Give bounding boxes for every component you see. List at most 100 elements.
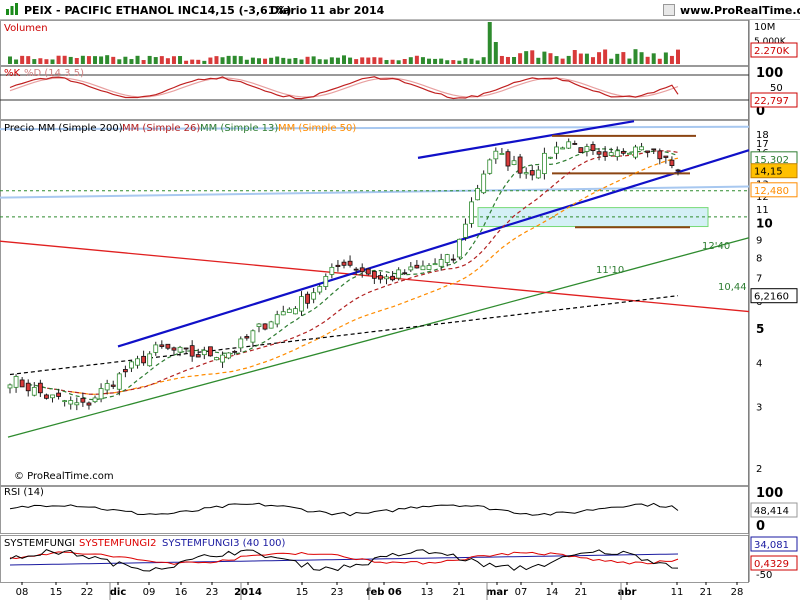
candle-body (560, 147, 566, 150)
volume-bar (481, 57, 486, 64)
volume-bar (457, 60, 462, 64)
volume-bar (141, 60, 146, 64)
volume-bar (165, 58, 170, 64)
volume-bar (153, 57, 158, 64)
volume-bar (281, 57, 286, 64)
x-axis-label: 14 (546, 587, 559, 598)
price-axis-label: 2 (756, 464, 762, 475)
price-axis-label: 7 (756, 274, 762, 285)
candle-body (517, 156, 523, 174)
x-axis-label: 09 (143, 587, 156, 598)
price-axis-label: 8 (756, 253, 762, 264)
volume-bar (117, 59, 122, 64)
candle-body (299, 296, 304, 312)
candle-body (195, 354, 201, 358)
volume-bar (56, 55, 61, 64)
volume-bar (384, 60, 389, 64)
ma200-value-tag: 6,2160 (754, 292, 789, 303)
candle-body (129, 361, 134, 369)
candle-body (384, 276, 389, 280)
candle-body (608, 152, 614, 156)
candle-body (25, 382, 31, 392)
candle-body (554, 146, 559, 154)
candle-body (584, 146, 590, 152)
candle-body (116, 373, 122, 390)
sfg3-value-tag: 34,081 (754, 540, 789, 551)
volume-bar (445, 60, 450, 64)
volume-bar (329, 57, 334, 64)
candle-body (487, 159, 493, 174)
volume-bar (244, 59, 249, 64)
price-axis-label: 3 (756, 402, 762, 413)
candle-body (390, 275, 395, 281)
sfg-tick-minus50: -50 (756, 570, 772, 581)
x-axis-label: 11 (671, 587, 684, 598)
stoch-k-label: %K (4, 68, 21, 79)
candle-body (207, 346, 213, 357)
volume-bar (214, 56, 219, 64)
volume-bar (74, 58, 79, 64)
volume-bar (512, 57, 517, 64)
volume-bar (560, 58, 565, 64)
stoch-tick-100: 100 (756, 66, 783, 81)
sfg-label-2: SYSTEMFUNGI2 (79, 538, 156, 549)
candle-body (675, 169, 681, 172)
candle-body (463, 223, 468, 238)
candle-body (450, 258, 456, 261)
volume-bar (159, 56, 164, 64)
candle-body (177, 346, 183, 353)
candle-body (280, 311, 286, 316)
volume-bar (299, 59, 304, 64)
volume-bar (603, 49, 608, 64)
last-price-tag: 14,15 (754, 167, 783, 178)
volume-bar (317, 59, 322, 64)
volume-bar (68, 56, 73, 64)
legend-ma13: MM (Simple 13) (200, 123, 278, 134)
candle-body (86, 402, 92, 406)
volume-bar (396, 60, 401, 64)
volume-bar (657, 58, 662, 64)
x-axis-label: 23 (206, 587, 219, 598)
price-axis-label: 4 (756, 359, 762, 370)
level-1110-label: 11'10 (596, 265, 624, 276)
legend-ma26: MM (Simple 26) (122, 123, 200, 134)
x-axis-label: 08 (16, 587, 29, 598)
candle-body (323, 276, 329, 287)
volume-bar (202, 60, 207, 64)
volume-bar (305, 56, 310, 64)
candle-body (651, 148, 657, 151)
volume-bar (232, 55, 237, 64)
x-axis-label: mar (486, 587, 508, 598)
volume-bar (609, 58, 614, 64)
rsi-tick-100: 100 (756, 486, 783, 501)
volume-bar (311, 56, 316, 64)
candle-body (639, 146, 644, 151)
candle-body (250, 330, 256, 343)
volume-bar (427, 58, 432, 64)
volume-bar (14, 59, 19, 64)
candle-body (347, 260, 353, 266)
candle-body (238, 338, 244, 349)
candle-body (523, 172, 529, 175)
volume-bar (414, 55, 419, 64)
candle-body (153, 344, 159, 353)
ma50-value-tag: 12,480 (754, 186, 789, 197)
volume-bar (62, 55, 67, 64)
chart-canvas[interactable]: 18171615141312111098765432 081522dic0916… (0, 0, 800, 600)
candle-body (62, 400, 68, 403)
watermark: © ProRealTime.com (14, 471, 114, 482)
candle-body (171, 347, 177, 351)
sfg2-value-tag: 0,4329 (754, 559, 789, 570)
candle-body (614, 150, 620, 158)
candle-body (371, 270, 377, 279)
candle-body (341, 261, 347, 266)
legend-ma50: MM (Simple 50) (278, 123, 356, 134)
volume-bar (627, 58, 632, 64)
volume-bar (238, 56, 243, 64)
candle-body (365, 268, 371, 275)
level-1044-label: 10,44 (718, 282, 747, 293)
volume-bar (86, 56, 91, 64)
x-axis-label: 21 (700, 587, 713, 598)
candle-body (645, 150, 651, 153)
volume-bar (645, 56, 650, 64)
